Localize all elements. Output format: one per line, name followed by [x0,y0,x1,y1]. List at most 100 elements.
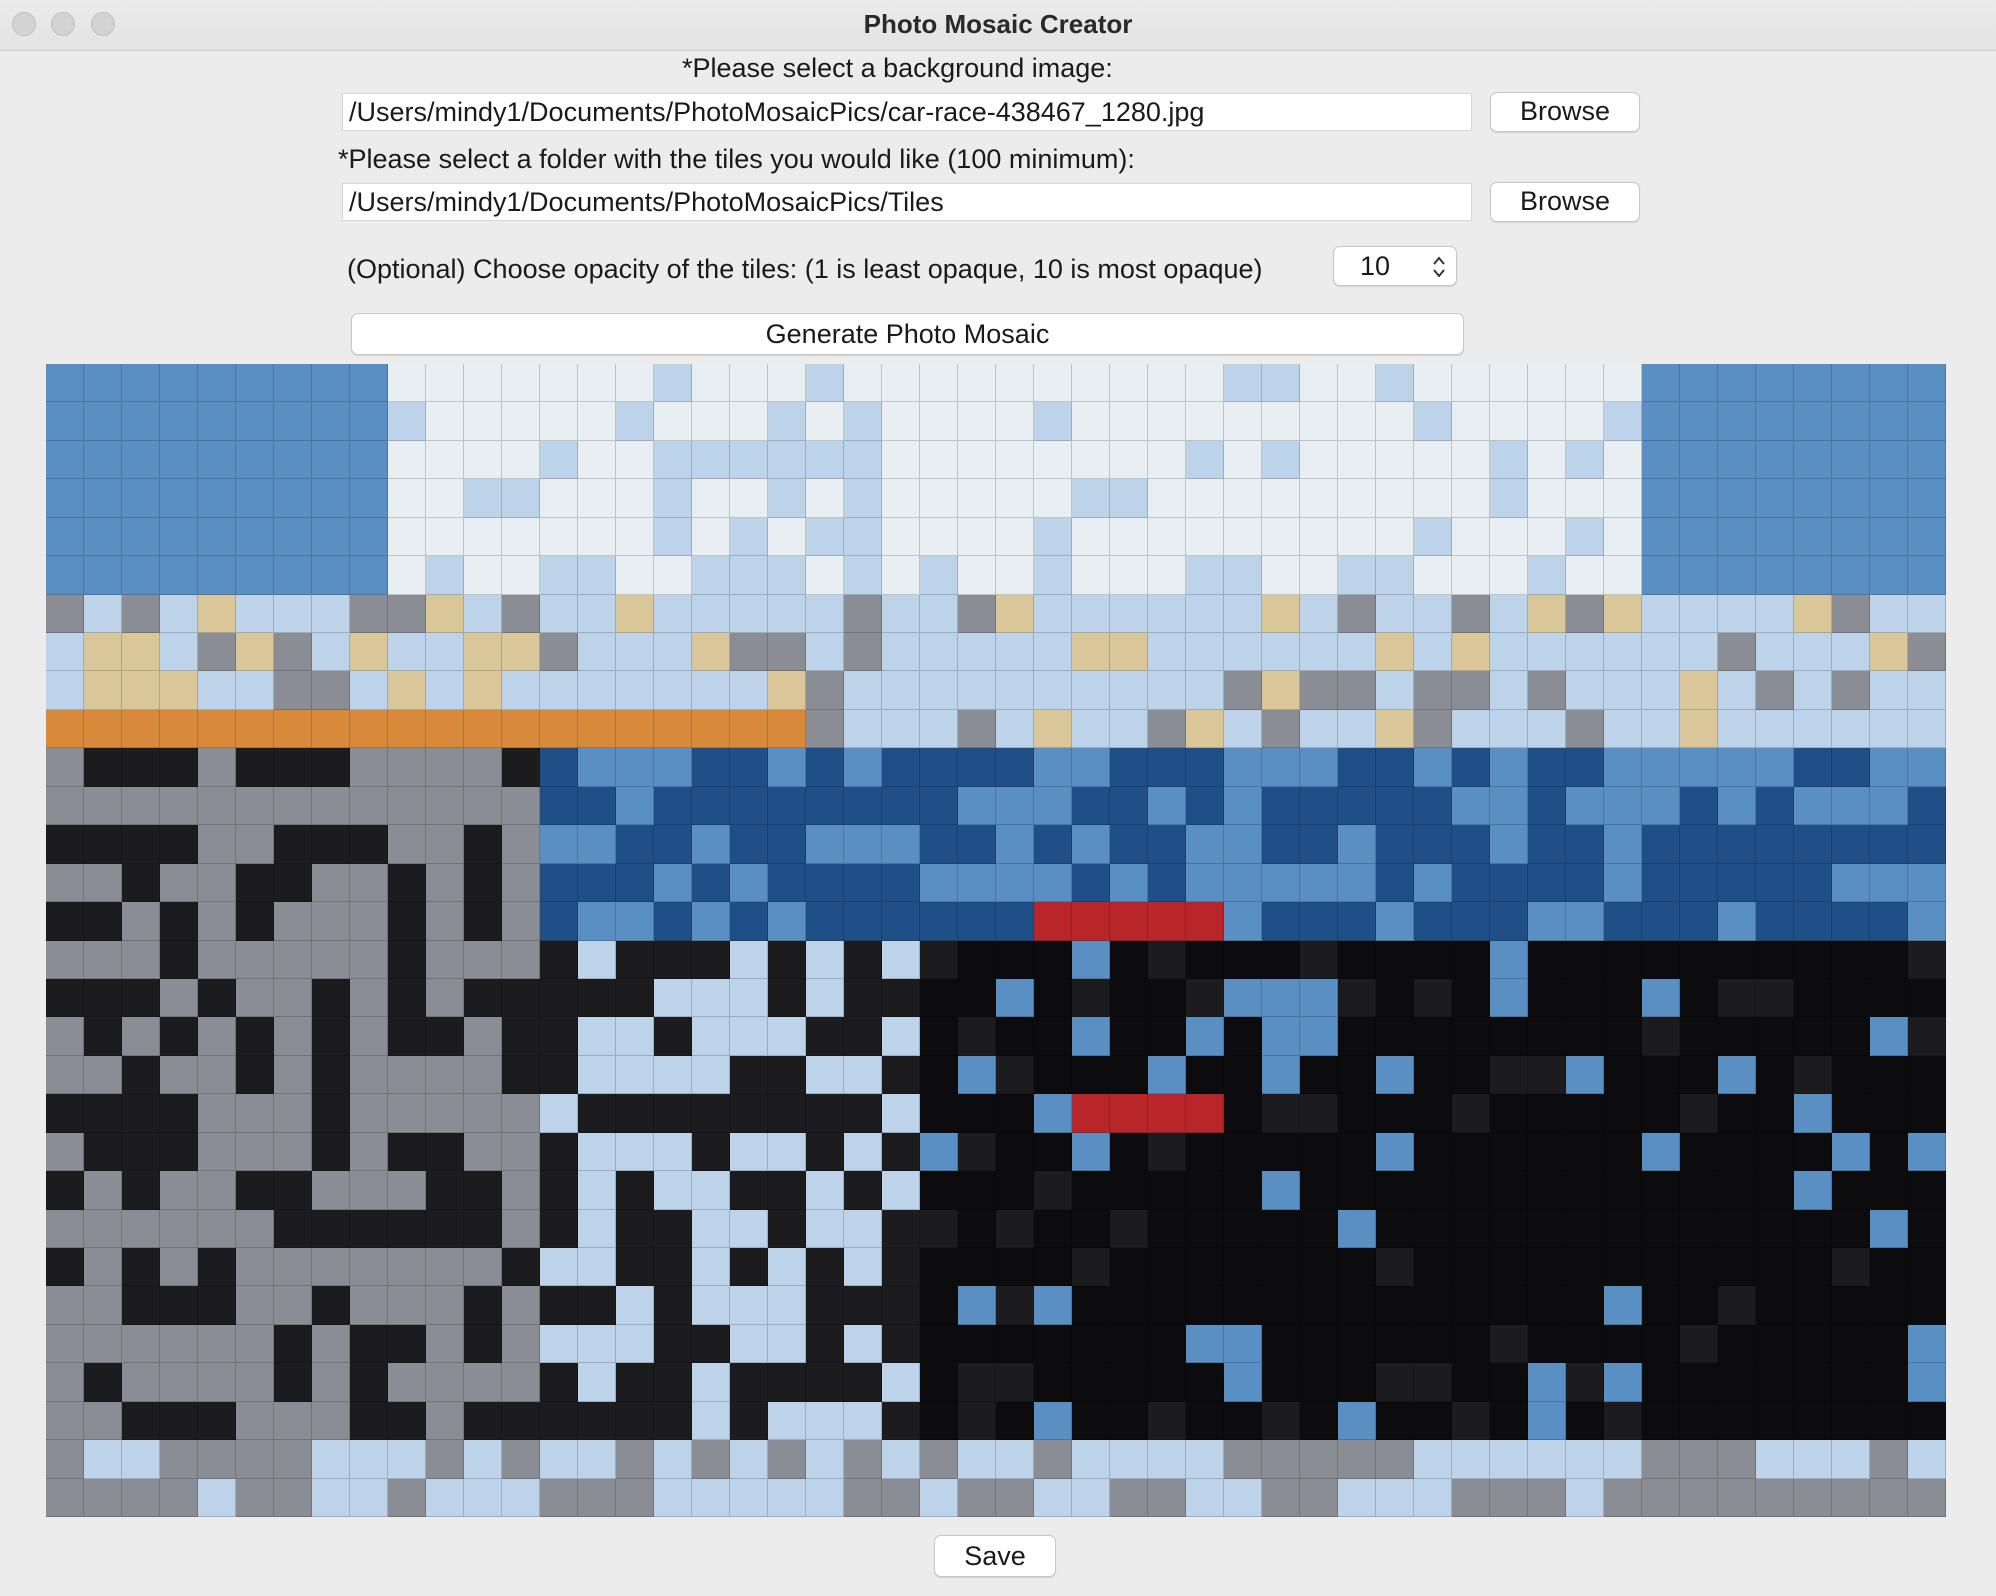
mosaic-tile [1148,556,1186,595]
mosaic-tile [844,402,882,441]
background-image-path-field[interactable]: /Users/mindy1/Documents/PhotoMosaicPics/… [342,93,1472,131]
mosaic-tile [1908,978,1946,1018]
mosaic-tile [274,1017,312,1056]
tiles-folder-path-field[interactable]: /Users/mindy1/Documents/PhotoMosaicPics/… [342,183,1472,221]
mosaic-tile [1452,863,1490,903]
mosaic-tile [1718,402,1756,441]
mosaic-tile [122,1017,160,1056]
mosaic-tile [160,940,198,979]
mosaic-tile [1300,1324,1338,1364]
mosaic-tile [312,940,350,979]
stepper-arrows-icon[interactable] [1432,253,1446,281]
mosaic-tile [844,479,882,518]
mosaic-tile [996,671,1034,710]
mosaic-tile [1452,786,1490,826]
mosaic-tile [920,671,958,710]
mosaic-tile [1756,1363,1794,1402]
mosaic-tile [730,978,768,1018]
mosaic-tile [1110,1247,1148,1287]
mosaic-tile [730,1440,768,1479]
opacity-spinner[interactable]: 10 [1333,246,1457,286]
mosaic-tile [122,1171,160,1210]
mosaic-tile [692,671,730,710]
mosaic-tile [1756,1478,1794,1517]
mosaic-tile [654,1478,692,1517]
mosaic-tile [46,1401,84,1441]
mosaic-tile [122,1286,160,1325]
mosaic-tile [46,1324,84,1364]
mosaic-tile [1604,1478,1642,1517]
mosaic-tile [1414,1017,1452,1056]
mosaic-tile [1262,748,1300,787]
mosaic-tile [1148,1286,1186,1325]
mosaic-tile [996,1055,1034,1095]
mosaic-tile [1832,940,1870,979]
mosaic-tile [1756,402,1794,441]
generate-mosaic-button[interactable]: Generate Photo Mosaic [351,313,1464,355]
mosaic-tile [578,402,616,441]
mosaic-tile [1224,1401,1262,1441]
mosaic-tile [1870,978,1908,1018]
mosaic-tile [1148,748,1186,787]
mosaic-tile [1642,517,1680,557]
mosaic-tile [388,1401,426,1441]
mosaic-tile [768,517,806,557]
mosaic-tile [388,517,426,557]
mosaic-tile [1756,517,1794,557]
browse-tiles-button[interactable]: Browse [1490,182,1640,222]
mosaic-tile [616,1478,654,1517]
window-title: Photo Mosaic Creator [863,9,1133,39]
mosaic-tile [1186,863,1224,903]
mosaic-tile [1794,517,1832,557]
mosaic-tile [312,1209,350,1248]
mosaic-tile [654,1247,692,1287]
mosaic-tile [768,1324,806,1364]
mosaic-tile [122,748,160,787]
mosaic-tile [730,556,768,595]
mosaic-tile [274,1363,312,1402]
mosaic-tile [1718,786,1756,826]
mosaic-tile [1300,479,1338,518]
save-button[interactable]: Save [934,1535,1056,1577]
mosaic-tile [996,1286,1034,1325]
mosaic-tile [1262,402,1300,441]
mosaic-tile [540,1247,578,1287]
mosaic-tile [616,1209,654,1248]
mosaic-tile [958,1209,996,1248]
mosaic-tile [616,1132,654,1172]
mosaic-tile [1604,709,1642,749]
mosaic-tile [1110,1209,1148,1248]
mosaic-tile [1186,1363,1224,1402]
mosaic-tile [1870,1440,1908,1479]
mosaic-tile [1224,402,1262,441]
mosaic-tile [920,1363,958,1402]
mosaic-tile [1072,479,1110,518]
mosaic-tile [46,1055,84,1095]
mosaic-tile [464,1247,502,1287]
browse-background-button[interactable]: Browse [1490,92,1640,132]
mosaic-tile [1528,479,1566,518]
mosaic-tile [958,364,996,403]
mosaic-tile [1414,748,1452,787]
mosaic-tile [1262,1478,1300,1517]
mosaic-tile [1604,1094,1642,1133]
mosaic-tile [1338,1401,1376,1441]
mosaic-tile [1490,633,1528,672]
mosaic-tile [1452,402,1490,441]
mosaic-tile [1490,1055,1528,1095]
mosaic-tile [1224,748,1262,787]
mosaic-tile [388,940,426,979]
mosaic-tile [1224,940,1262,979]
mosaic-tile [1908,671,1946,710]
mosaic-tile [46,671,84,710]
mosaic-tile [1300,1094,1338,1133]
mosaic-tile [958,1324,996,1364]
mosaic-tile [160,786,198,826]
mosaic-tile [84,364,122,403]
mosaic-tile [920,440,958,480]
mosaic-tile [540,1440,578,1479]
mosaic-tile [730,479,768,518]
mosaic-tile [1642,1440,1680,1479]
mosaic-tile [1224,364,1262,403]
mosaic-tile [768,1440,806,1479]
